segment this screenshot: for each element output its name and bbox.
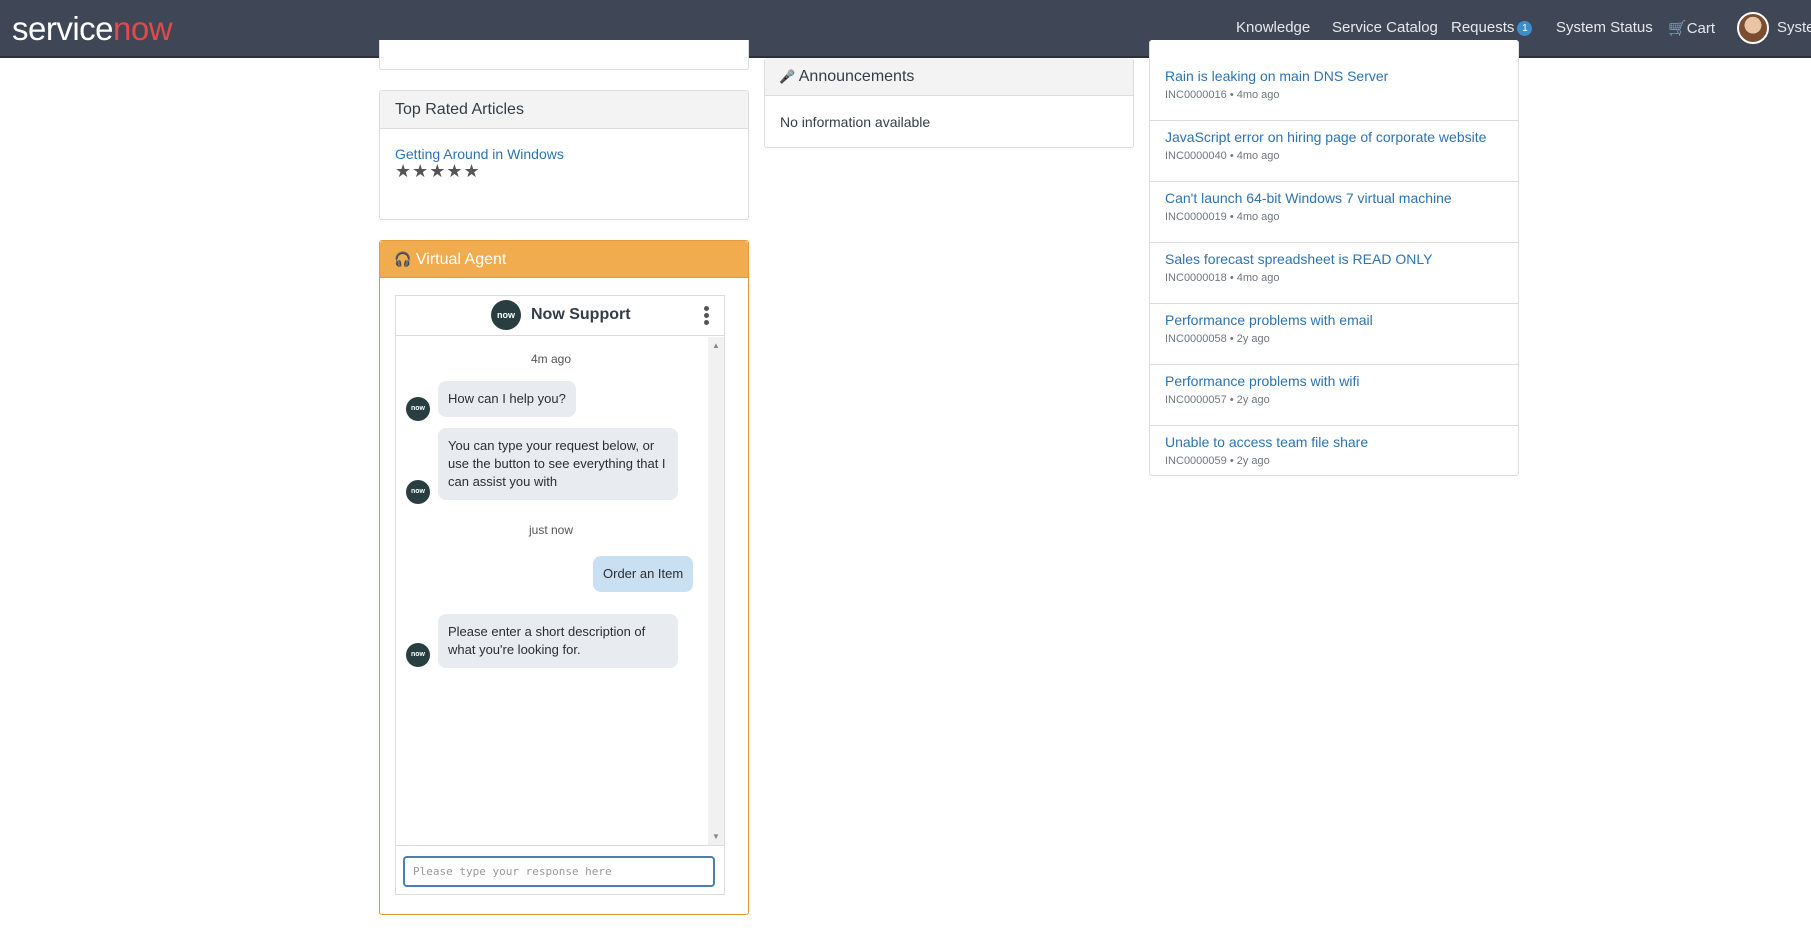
user-avatar[interactable]: [1737, 12, 1769, 44]
chat-response-input[interactable]: [403, 856, 715, 887]
chat-scrollbar[interactable]: ▲ ▼: [708, 337, 724, 845]
list-item[interactable]: Can't launch 64-bit Windows 7 virtual ma…: [1150, 182, 1519, 243]
my-incidents-panel: Rain is leaking on main DNS Server INC00…: [1149, 40, 1519, 476]
list-item[interactable]: Rain is leaking on main DNS Server INC00…: [1150, 60, 1519, 121]
incident-meta: INC0000057 • 2y ago: [1165, 394, 1270, 406]
bot-message: How can I help you?: [438, 381, 576, 417]
article-star-rating: ★★★★★: [395, 161, 481, 181]
list-item[interactable]: Performance problems with wifi INC000005…: [1150, 365, 1519, 426]
top-rated-articles-panel: Top Rated Articles Getting Around in Win…: [379, 90, 749, 220]
virtual-agent-panel: 🎧 Virtual Agent now Now Support 4m ago n…: [379, 240, 749, 915]
incident-link[interactable]: Sales forecast spreadsheet is READ ONLY: [1165, 251, 1432, 267]
chat-input-area: [396, 845, 724, 896]
incident-meta: INC0000058 • 2y ago: [1165, 333, 1270, 345]
microphone-icon: 🎤: [779, 69, 796, 84]
nav-requests-label: Requests: [1451, 19, 1515, 36]
virtual-agent-header: 🎧 Virtual Agent: [380, 241, 748, 278]
servicenow-logo[interactable]: servicenow: [12, 12, 173, 46]
nav-knowledge[interactable]: Knowledge: [1236, 19, 1310, 36]
virtual-agent-title: Virtual Agent: [415, 251, 507, 268]
article-link[interactable]: Getting Around in Windows: [395, 146, 564, 162]
incident-link[interactable]: Unable to access team file share: [1165, 434, 1368, 450]
list-item[interactable]: JavaScript error on hiring page of corpo…: [1150, 121, 1519, 182]
incident-meta: INC0000019 • 4mo ago: [1165, 211, 1280, 223]
headset-icon: 🎧: [394, 251, 412, 267]
chat-timestamp: just now: [528, 523, 574, 537]
nav-requests[interactable]: Requests 1: [1451, 19, 1533, 37]
announcements-panel: 🎤 Announcements No information available: [764, 58, 1134, 148]
announcements-title: Announcements: [798, 68, 915, 85]
incident-meta: INC0000059 • 2y ago: [1165, 455, 1270, 467]
nav-service-catalog[interactable]: Service Catalog: [1332, 19, 1438, 36]
scroll-down-icon[interactable]: ▼: [712, 832, 720, 841]
now-support-logo: now: [491, 300, 521, 330]
incident-meta: INC0000016 • 4mo ago: [1165, 89, 1280, 101]
bot-avatar-icon: now: [406, 480, 430, 504]
requests-badge: 1: [1517, 21, 1533, 36]
list-item[interactable]: Performance problems with email INC00000…: [1150, 304, 1519, 365]
bot-name: Now Support: [531, 306, 631, 323]
announcements-header: 🎤 Announcements: [765, 58, 1133, 96]
incident-link[interactable]: Performance problems with wifi: [1165, 373, 1360, 389]
incident-meta: INC0000040 • 4mo ago: [1165, 150, 1280, 162]
user-name[interactable]: System: [1777, 19, 1811, 36]
incident-link[interactable]: Can't launch 64-bit Windows 7 virtual ma…: [1165, 190, 1452, 206]
top-navbar: servicenow Knowledge Service Catalog Req…: [0, 0, 1811, 58]
incident-link[interactable]: Performance problems with email: [1165, 312, 1373, 328]
bot-message: Please enter a short description of what…: [438, 614, 678, 668]
top-rated-articles-title: Top Rated Articles: [380, 91, 748, 129]
chat-window: now Now Support 4m ago now How can I hel…: [395, 295, 725, 895]
bot-avatar-icon: now: [406, 397, 430, 421]
announcements-empty: No information available: [780, 114, 931, 130]
bot-avatar-icon: now: [406, 643, 430, 667]
list-item[interactable]: Sales forecast spreadsheet is READ ONLY …: [1150, 243, 1519, 304]
nav-cart[interactable]: 🛒Cart: [1668, 19, 1715, 37]
cart-icon: 🛒: [1668, 20, 1687, 37]
nav-system-status[interactable]: System Status: [1556, 19, 1653, 36]
chat-title-bar: now Now Support: [396, 296, 724, 336]
list-item[interactable]: Unable to access team file share INC0000…: [1150, 426, 1519, 487]
user-message: Order an Item: [593, 556, 694, 592]
incident-link[interactable]: Rain is leaking on main DNS Server: [1165, 68, 1388, 84]
panel-fragment: [379, 40, 749, 70]
more-options-icon[interactable]: [704, 306, 710, 326]
bot-message: You can type your request below, or use …: [438, 428, 678, 500]
scroll-up-icon[interactable]: ▲: [712, 341, 720, 350]
incident-meta: INC0000018 • 4mo ago: [1165, 272, 1280, 284]
chat-messages[interactable]: 4m ago now How can I help you? now You c…: [396, 337, 724, 845]
chat-timestamp: 4m ago: [530, 352, 572, 366]
nav-cart-label: Cart: [1686, 20, 1716, 37]
incident-link[interactable]: JavaScript error on hiring page of corpo…: [1165, 129, 1486, 145]
